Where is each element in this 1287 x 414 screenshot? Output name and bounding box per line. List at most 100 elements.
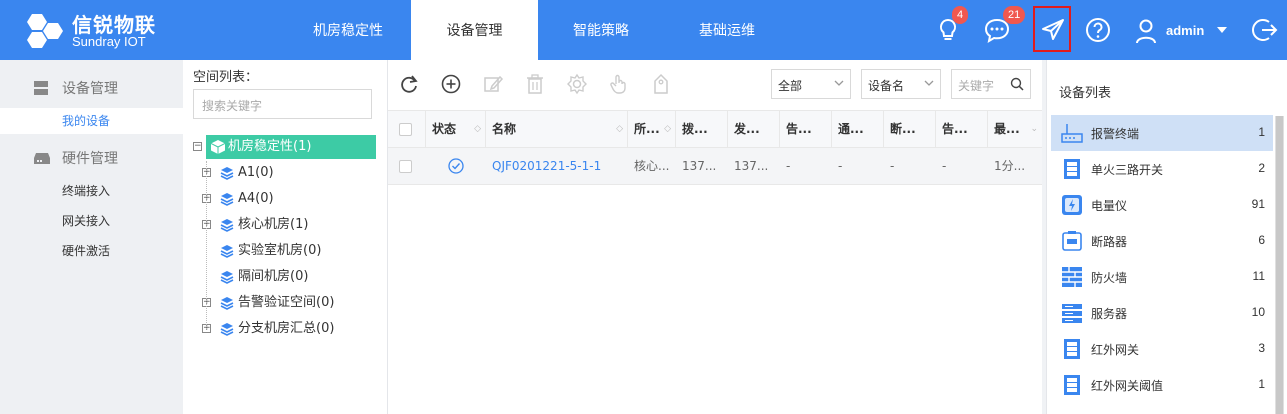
column-header-col4[interactable]: 拨... [676,111,728,148]
search-field-select[interactable]: 设备名 [861,69,941,99]
sort-icon: ◇ [616,124,623,134]
alarm-terminal-icon [1061,124,1083,143]
ir-threshold-icon [1064,375,1080,395]
table-row[interactable]: QJF0201221-5-1-1 核心... 137... 137... - -… [388,148,1042,185]
column-header-location[interactable]: 所... ◇ [628,111,676,148]
device-type-item[interactable]: 防火墙 11 [1051,259,1273,295]
server-icon [34,81,48,95]
cell: 137... [682,159,717,173]
logout-button[interactable] [1249,14,1281,46]
device-list-scrollbar[interactable] [1275,116,1284,414]
logout-icon [1252,19,1278,41]
tag-icon[interactable] [650,73,672,95]
device-name-link[interactable]: QJF0201221-5-1-1 [486,148,628,184]
device-type-item[interactable]: 单火三路开关 2 [1051,151,1273,187]
status-filter-select[interactable]: 全部 [771,69,851,99]
tree-root-node[interactable]: 机房稳定性(1) [206,135,376,159]
device-list-panel: 设备列表 报警终端 1 单火三路开关 2 电量仪 91 断路器 6 防火墙 11 [1046,60,1287,414]
column-label: 断... [890,122,916,136]
device-type-item[interactable]: 报警终端 1 [1051,115,1273,151]
keyword-search-input[interactable]: 关键字 [951,69,1031,99]
device-type-item[interactable]: 断路器 6 [1051,223,1273,259]
nav-tab-smart-strategy[interactable]: 智能策略 [538,0,664,60]
column-label: 最... [994,122,1020,136]
refresh-icon[interactable] [398,73,420,95]
cell: 137... [734,159,769,173]
column-header-col9[interactable]: 告... [936,111,988,148]
bulb-button[interactable]: 4 [932,6,969,46]
settings-icon[interactable] [566,73,588,95]
tree-node-label: A1(0) [238,165,274,180]
device-type-item[interactable]: 红外网关阈值 1 [1051,367,1273,403]
sidebar-item-terminal-access[interactable]: 终端接入 [0,178,183,204]
sort-icon: ◇ [664,124,671,134]
sidebar-item-my-devices[interactable]: 我的设备 [0,108,183,134]
edit-icon[interactable] [482,73,504,95]
status-cell [426,148,486,184]
row-checkbox[interactable] [399,160,412,173]
delete-icon[interactable] [524,73,546,95]
column-header-col7[interactable]: 通... [832,111,884,148]
nav-tab-basic-ops[interactable]: 基础运维 [664,0,790,60]
select-all-cell [388,111,426,148]
add-icon[interactable] [440,73,462,95]
sidebar-group-hardware-management[interactable]: 硬件管理 [0,138,183,176]
sidebar-group-label: 硬件管理 [62,151,118,167]
device-type-item[interactable]: 红外网关 3 [1051,331,1273,367]
column-label: 告... [786,122,812,136]
scrollbar-thumb[interactable] [1276,116,1283,414]
help-button[interactable] [1082,14,1114,46]
firewall-icon [1062,267,1082,287]
column-header-col5[interactable]: 发... [728,111,780,148]
layers-icon [220,167,234,180]
device-type-count: 2 [1258,161,1265,175]
status-filter-value: 全部 [778,79,803,93]
sidebar-group-device-management[interactable]: 设备管理 [0,68,183,106]
device-type-count: 6 [1258,233,1265,247]
logo-icon [27,14,63,48]
brand-name-en: Sundray IOT [72,34,146,49]
column-header-col6[interactable]: 告... [780,111,832,148]
send-button[interactable] [1033,6,1071,52]
space-tree-panel: 空间列表： 搜索关键字 − 机房稳定性(1) + A1(0) + A4(0) +… [183,60,388,414]
sidebar-item-gateway-access[interactable]: 网关接入 [0,208,183,234]
device-type-name: 电量仪 [1091,199,1128,213]
select-all-checkbox[interactable] [399,123,412,136]
user-menu[interactable]: admin [1135,18,1227,44]
column-header-col8[interactable]: 断... [884,111,936,148]
layers-icon [220,193,234,206]
username: admin [1166,23,1205,38]
cell: - [838,159,843,173]
bulb-badge: 4 [952,6,969,24]
hand-pointer-icon[interactable] [608,73,630,95]
device-type-name: 服务器 [1091,307,1128,321]
column-label: 发... [734,122,760,136]
server-rack-icon [1062,304,1082,323]
chevron-down-icon: ⌄ [1030,124,1038,134]
sidebar-item-hardware-activation[interactable]: 硬件激活 [0,238,183,264]
cell: - [942,159,947,173]
search-field-value: 设备名 [868,79,905,93]
tree-collapse-toggle[interactable]: − [193,142,202,151]
column-header-name[interactable]: 名称 ◇ [486,111,628,148]
device-type-item[interactable]: 电量仪 91 [1051,187,1273,223]
cell: 核心... [634,159,670,173]
space-search-input[interactable]: 搜索关键字 [193,89,372,119]
ir-gateway-icon [1064,339,1080,359]
column-header-status[interactable]: 状态 ◇ [426,111,486,148]
nav-tab-device-management[interactable]: 设备管理 [411,0,538,60]
top-header: 信锐物联 Sundray IOT 机房稳定性 设备管理 智能策略 基础运维 4 … [0,0,1287,60]
message-button[interactable]: 21 [981,6,1026,46]
device-type-count: 3 [1258,341,1265,355]
tree-node-label: 核心机房(1) [238,217,309,232]
tree-connector [206,161,207,329]
nav-tab-room-stability[interactable]: 机房稳定性 [285,0,411,60]
column-header-col10[interactable]: 最... ⌄ [988,111,1042,148]
brand-logo[interactable]: 信锐物联 Sundray IOT [20,8,180,54]
device-type-count: 91 [1251,197,1265,211]
user-icon [1136,19,1156,44]
device-type-item[interactable]: 服务器 10 [1051,295,1273,331]
search-icon[interactable] [1010,77,1024,91]
cube-icon [211,140,225,154]
device-type-name: 报警终端 [1091,127,1140,141]
